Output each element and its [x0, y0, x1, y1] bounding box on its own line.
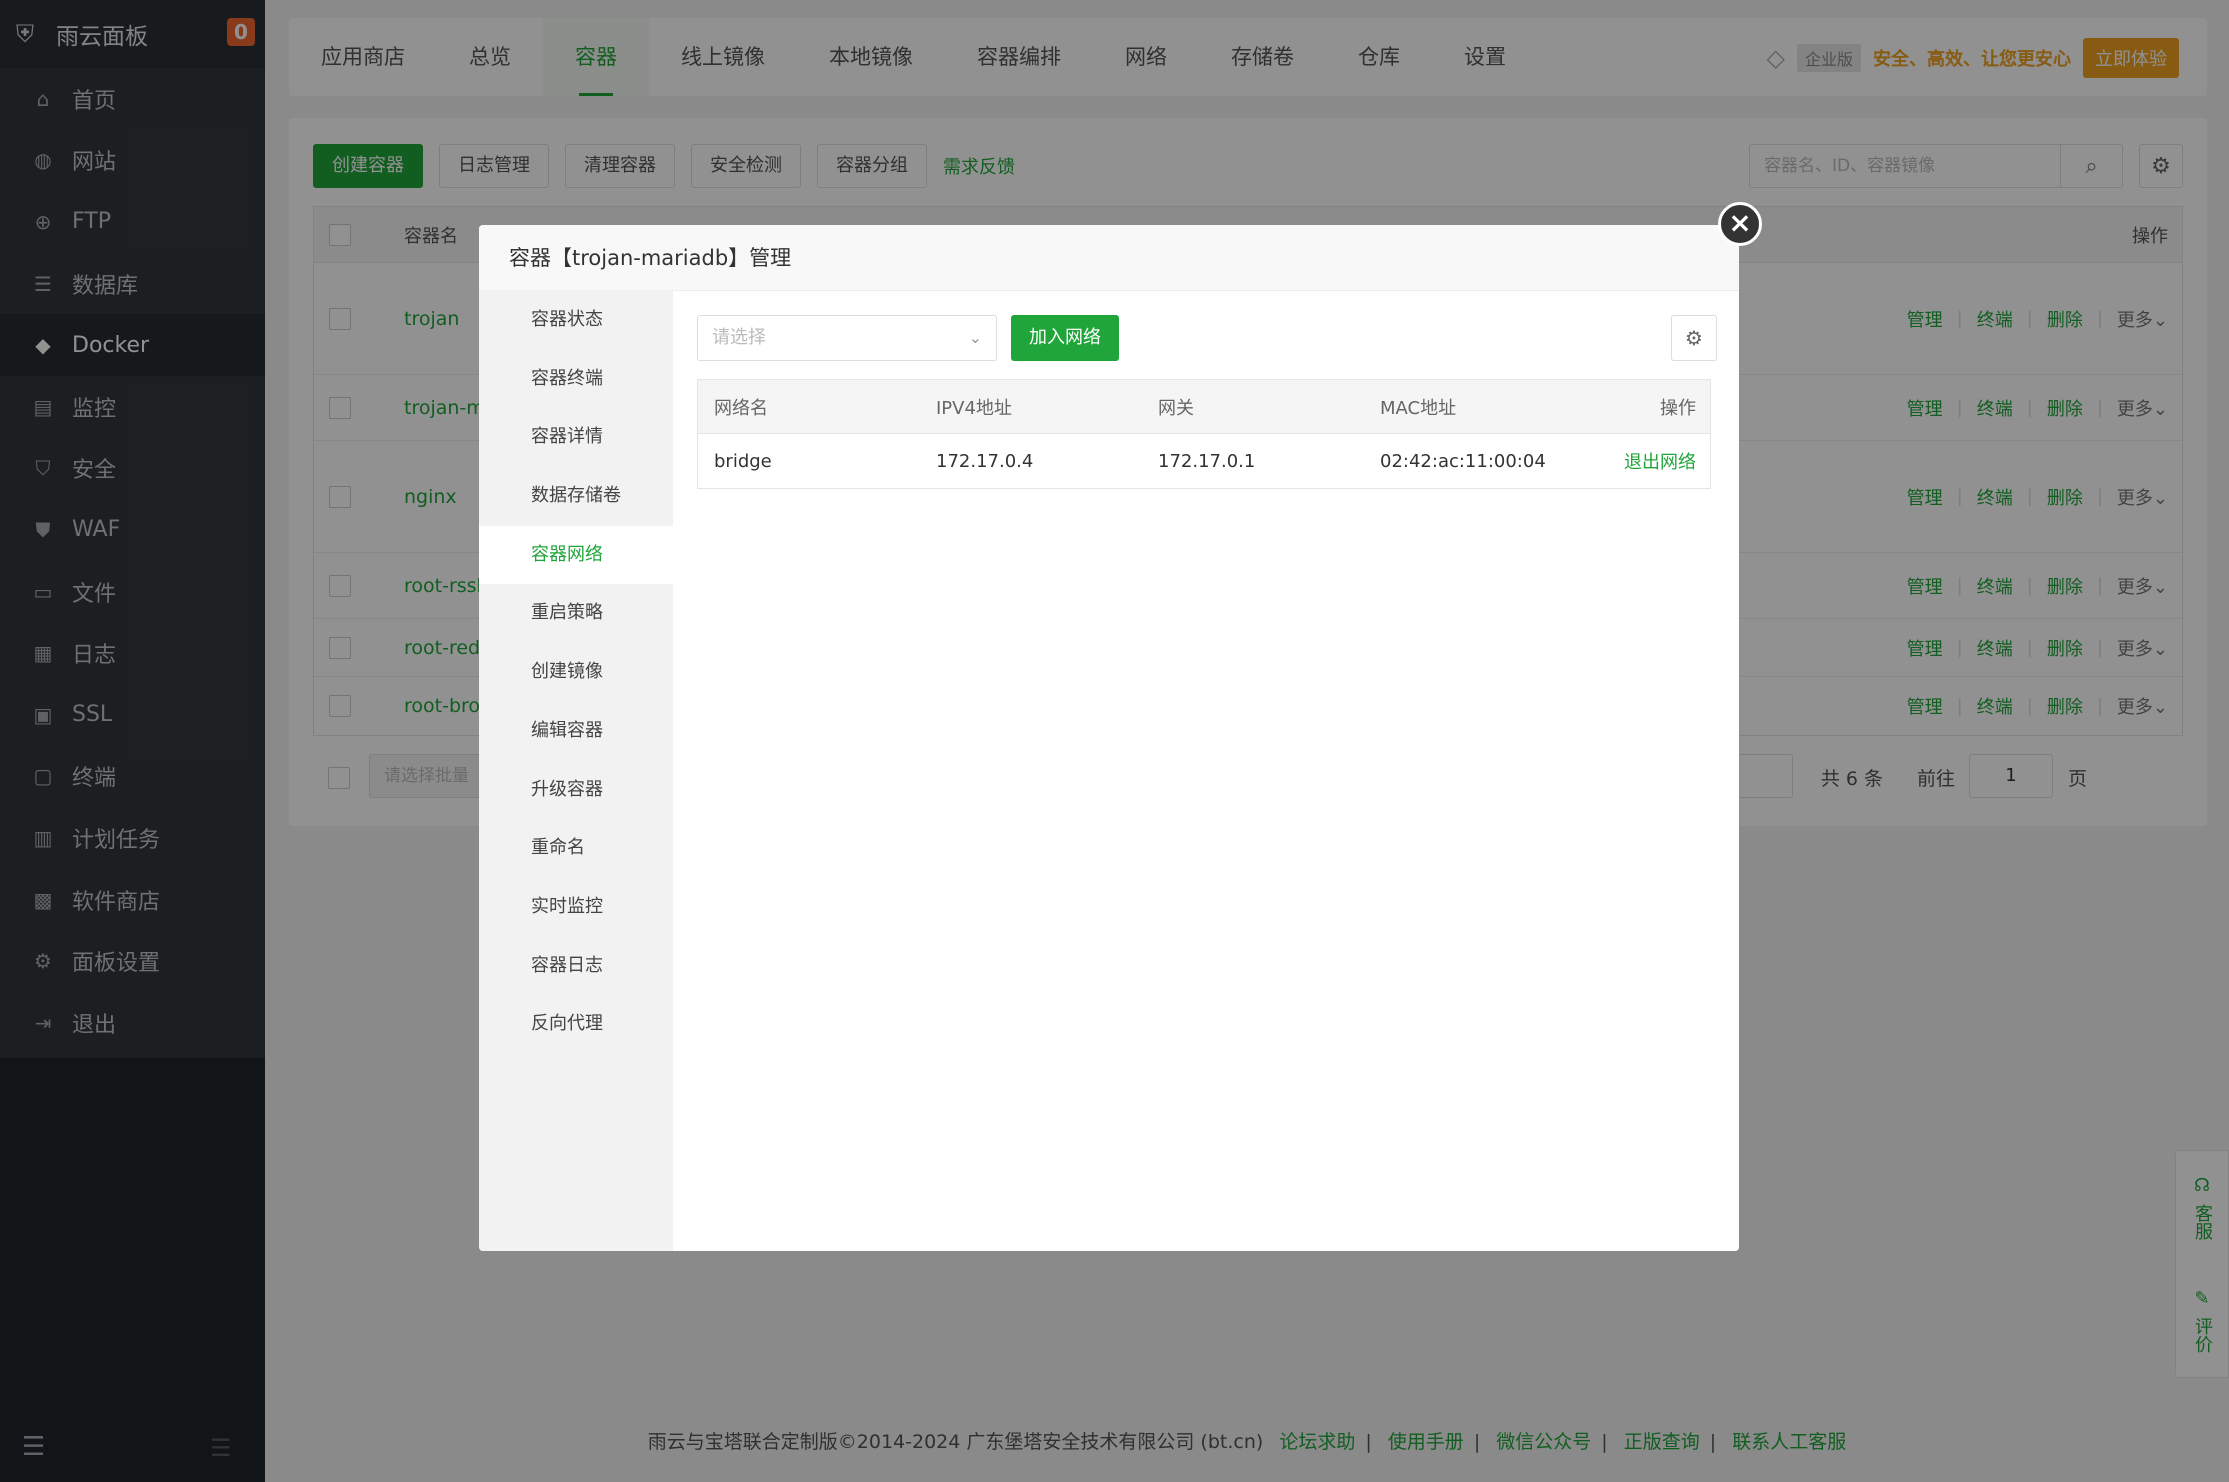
column-mac: MAC地址 [1380, 397, 1457, 419]
menu-container-network[interactable]: 容器网络 [479, 525, 673, 585]
network-name: bridge [714, 450, 772, 472]
menu-container-logs[interactable]: 容器日志 [479, 937, 673, 996]
menu-rename[interactable]: 重命名 [479, 819, 673, 878]
mac-address: 02:42:ac:11:00:04 [1380, 450, 1546, 472]
menu-realtime-monitor[interactable]: 实时监控 [479, 878, 673, 937]
chevron-down-icon: ⌄ [968, 328, 982, 347]
table-row: bridge 172.17.0.4 172.17.0.1 02:42:ac:11… [698, 434, 1710, 488]
menu-edit-container[interactable]: 编辑容器 [479, 702, 673, 761]
menu-container-terminal[interactable]: 容器终端 [479, 350, 673, 409]
network-content: 请选择 ⌄ 加入网络 ⚙ 网络名 IPV4地址 网关 MAC地址 操作 brid… [673, 291, 1739, 1251]
menu-create-image[interactable]: 创建镜像 [479, 643, 673, 702]
dialog-menu: 容器状态 容器终端 容器详情 数据存储卷 容器网络 重启策略 创建镜像 编辑容器… [479, 291, 673, 1251]
ipv4-address: 172.17.0.4 [936, 450, 1034, 472]
column-gateway: 网关 [1158, 397, 1194, 419]
network-table: 网络名 IPV4地址 网关 MAC地址 操作 bridge 172.17.0.4… [697, 379, 1711, 489]
network-select[interactable]: 请选择 ⌄ [697, 315, 997, 361]
container-manage-dialog: 容器【trojan-mariadb】管理 容器状态 容器终端 容器详情 数据存储… [479, 225, 1739, 1251]
column-ipv4: IPV4地址 [936, 397, 1012, 419]
menu-container-details[interactable]: 容器详情 [479, 408, 673, 467]
menu-upgrade-container[interactable]: 升级容器 [479, 761, 673, 820]
dialog-title: 容器【trojan-mariadb】管理 [479, 225, 1739, 291]
column-actions: 操作 [1660, 397, 1696, 419]
gateway-address: 172.17.0.1 [1158, 450, 1256, 472]
leave-network-link[interactable]: 退出网络 [1584, 448, 1710, 474]
network-table-header: 网络名 IPV4地址 网关 MAC地址 操作 [698, 380, 1710, 434]
menu-data-volumes[interactable]: 数据存储卷 [479, 467, 673, 526]
close-icon[interactable]: × [1718, 202, 1762, 246]
column-network-name: 网络名 [714, 397, 768, 419]
menu-container-status[interactable]: 容器状态 [479, 291, 673, 350]
join-network-button[interactable]: 加入网络 [1011, 315, 1119, 361]
menu-restart-policy[interactable]: 重启策略 [479, 584, 673, 643]
network-settings-icon[interactable]: ⚙ [1671, 315, 1717, 361]
menu-reverse-proxy[interactable]: 反向代理 [479, 995, 673, 1054]
